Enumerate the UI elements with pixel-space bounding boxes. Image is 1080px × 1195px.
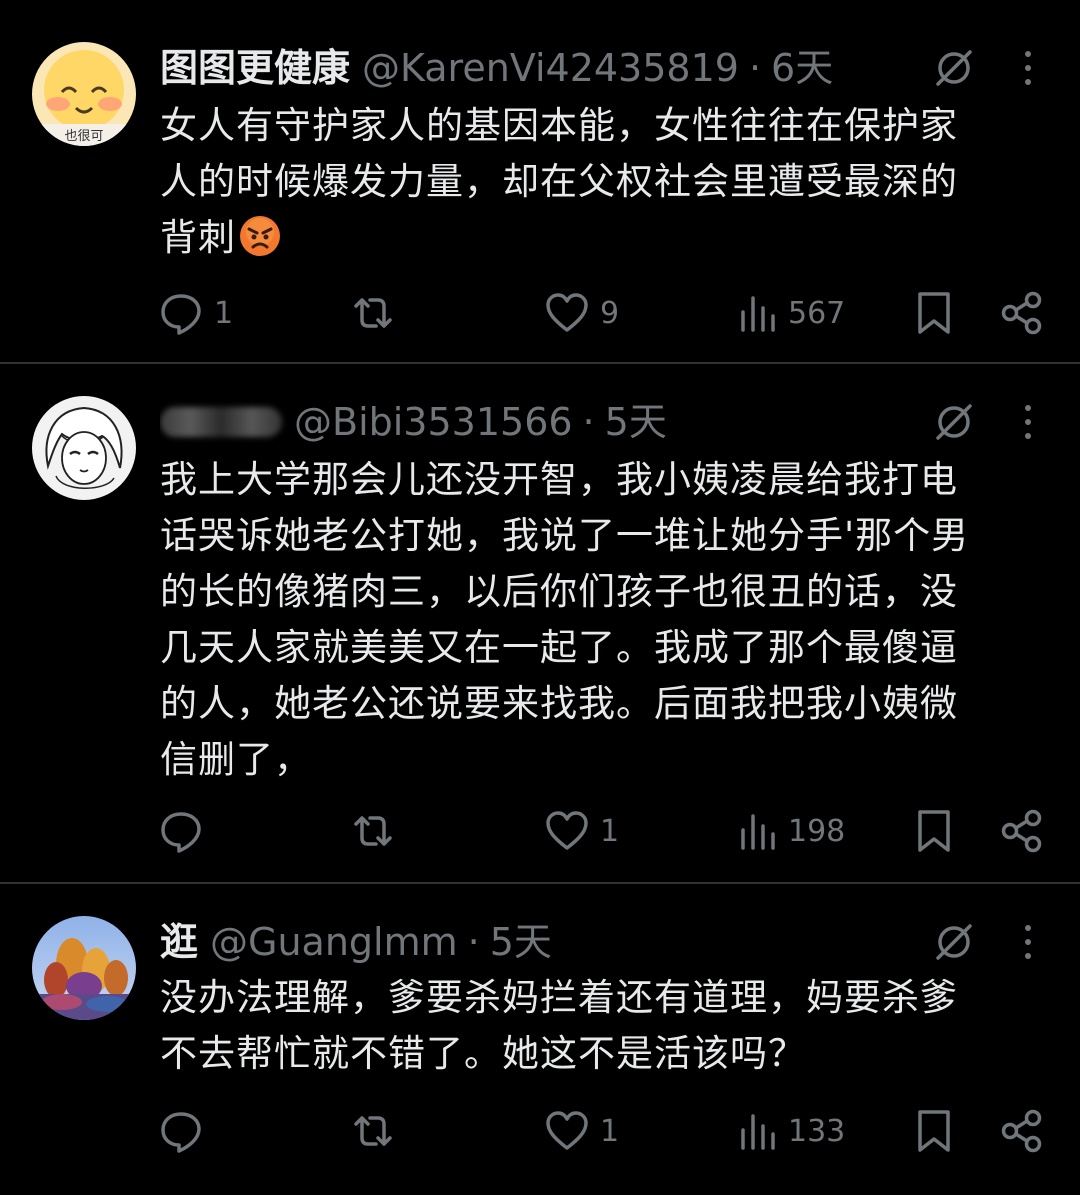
post-header: 逛 @Guanglmm · 5天 [160, 914, 940, 970]
user-handle[interactable]: @Guanglmm [210, 914, 458, 970]
bookmark-button[interactable] [914, 1106, 954, 1156]
more-vertical-icon[interactable] [1016, 920, 1040, 964]
share-icon [1001, 809, 1042, 853]
bookmark-button[interactable] [914, 288, 954, 338]
post-text-line: 几天人家就美美又在一起了。我成了那个最傻逼 [160, 626, 958, 669]
post-text-line: 女人有守护家人的基因本能，女性往往在保护家 [160, 104, 958, 147]
share-button[interactable] [1000, 1106, 1044, 1156]
reply-post[interactable]: 逛 @Guanglmm · 5天 没办法理解，爹要杀妈拦着还有道理，妈要杀爹 不… [0, 884, 1080, 1195]
action-bar: 1 133 [158, 1106, 1048, 1156]
post-text-line: 不去帮忙就不错了。她这不是活该吗？ [160, 1032, 806, 1075]
more-vertical-icon[interactable] [1016, 400, 1040, 444]
like-heart-icon [546, 811, 588, 850]
grok-icon[interactable] [932, 400, 976, 444]
separator: · [582, 400, 595, 444]
like-button[interactable]: 9 [544, 288, 619, 338]
like-heart-icon [546, 293, 588, 332]
share-button[interactable] [1000, 288, 1044, 338]
views-chart-icon [741, 814, 775, 850]
like-count: 1 [600, 1113, 620, 1149]
post-text: 女人有守护家人的基因本能，女性往往在保护家 人的时候爆发力量，却在父权社会里遭受… [160, 98, 1050, 266]
reply-feed: 也很可 图图更健康 @KarenVi42435819 · 6天 女人有守护家人的… [0, 0, 1080, 1195]
post-header: @Bibi3531566 · 5天 [160, 394, 940, 450]
grok-icon[interactable] [932, 920, 976, 964]
view-count: 133 [788, 1113, 846, 1149]
post-header: 图图更健康 @KarenVi42435819 · 6天 [160, 40, 940, 96]
like-count: 9 [600, 295, 620, 331]
bookmark-button[interactable] [914, 806, 954, 856]
views-button[interactable]: 198 [738, 806, 845, 856]
reply-post[interactable]: 也很可 图图更健康 @KarenVi42435819 · 6天 女人有守护家人的… [0, 0, 1080, 362]
bookmark-icon [918, 1110, 950, 1152]
more-vertical-icon[interactable] [1016, 46, 1040, 90]
reply-button[interactable]: 1 [158, 288, 233, 338]
post-text-line: 的长的像猪肉三，以后你们孩子也很丑的话，没 [160, 570, 958, 613]
action-bar: 1 9 567 [158, 288, 1048, 338]
grok-icon[interactable] [932, 46, 976, 90]
avatar-caption: 也很可 [64, 129, 103, 144]
timestamp[interactable]: 5天 [605, 394, 667, 450]
post-text: 我上大学那会儿还没开智，我小姨凌晨给我打电 话哭诉她老公打她，我说了一堆让她分手… [160, 452, 1050, 788]
views-button[interactable]: 133 [738, 1106, 845, 1156]
display-name[interactable]: 逛 [160, 914, 198, 970]
avatar[interactable]: 也很可 [32, 42, 136, 146]
post-text-segment: 背刺 [160, 216, 236, 259]
separator: · [748, 46, 762, 90]
avatar[interactable] [32, 916, 136, 1020]
post-text-line: 我上大学那会儿还没开智，我小姨凌晨给我打电 [160, 458, 958, 501]
views-button[interactable]: 567 [738, 288, 845, 338]
post-text-line: 没办法理解，爹要杀妈拦着还有道理，妈要杀爹 [160, 976, 958, 1019]
bookmark-icon [918, 810, 950, 852]
post-text-line: 背刺 [160, 210, 1050, 266]
bookmark-icon [918, 292, 950, 334]
like-heart-icon [546, 1111, 588, 1150]
retweet-icon [354, 298, 392, 328]
views-chart-icon [741, 296, 775, 332]
reply-icon [161, 294, 201, 335]
post-text-line: 信删了， [160, 738, 312, 781]
like-button[interactable]: 1 [544, 806, 619, 856]
display-name-blurred[interactable] [160, 407, 282, 437]
post-text: 没办法理解，爹要杀妈拦着还有道理，妈要杀爹 不去帮忙就不错了。她这不是活该吗？ [160, 970, 1050, 1082]
angry-face-emoji-icon [238, 214, 282, 258]
share-icon [1001, 1109, 1042, 1153]
like-count: 1 [600, 813, 620, 849]
user-handle[interactable]: @Bibi3531566 [294, 394, 573, 450]
post-text-line: 的人，她老公还说要来找我。后面我把我小姨微 [160, 682, 958, 725]
timestamp[interactable]: 5天 [490, 914, 552, 970]
post-text-line: 人的时候爆发力量，却在父权社会里遭受最深的 [160, 160, 958, 203]
views-chart-icon [741, 1114, 775, 1150]
retweet-button[interactable] [350, 1106, 406, 1156]
retweet-button[interactable] [350, 806, 406, 856]
share-icon [1001, 291, 1042, 335]
user-handle[interactable]: @KarenVi42435819 [362, 40, 739, 96]
reply-icon [161, 1112, 201, 1153]
post-text-line: 话哭诉她老公打她，我说了一堆让她分手'那个男 [160, 514, 970, 557]
view-count: 567 [788, 295, 846, 331]
timestamp[interactable]: 6天 [771, 40, 833, 96]
reply-icon [161, 812, 201, 853]
action-bar: 1 198 [158, 806, 1048, 856]
avatar[interactable] [32, 396, 136, 500]
retweet-button[interactable] [350, 288, 406, 338]
view-count: 198 [788, 813, 846, 849]
separator: · [467, 920, 480, 964]
display-name[interactable]: 图图更健康 [160, 40, 350, 96]
retweet-icon [354, 1116, 392, 1146]
reply-button[interactable] [158, 806, 214, 856]
share-button[interactable] [1000, 806, 1044, 856]
reply-post[interactable]: @Bibi3531566 · 5天 我上大学那会儿还没开智，我小姨凌晨给我打电 … [0, 364, 1080, 882]
reply-button[interactable] [158, 1106, 214, 1156]
retweet-icon [354, 816, 392, 846]
reply-count: 1 [214, 295, 234, 331]
like-button[interactable]: 1 [544, 1106, 619, 1156]
